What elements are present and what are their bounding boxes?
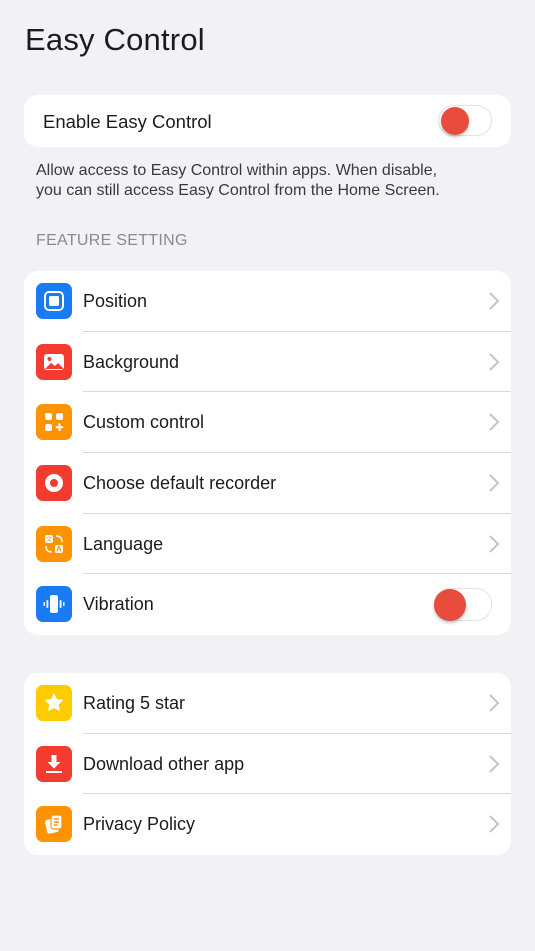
svg-text:文: 文 <box>46 535 52 543</box>
chevron-right-icon <box>489 292 500 310</box>
settings-row-label: Language <box>83 533 164 554</box>
settings-row-label: Choose default recorder <box>83 472 277 493</box>
description-line-1: Allow access to Easy Control within apps… <box>36 162 438 179</box>
chevron-right-icon <box>489 413 500 432</box>
enable-easy-control-toggle[interactable] <box>438 105 492 136</box>
settings-row-default-recorder[interactable]: Choose default recorder <box>24 453 511 514</box>
description-line-2: you can still access Easy Control from t… <box>36 182 440 199</box>
page-title: Easy Control <box>25 22 205 57</box>
translate-icon: 文 <box>36 525 72 562</box>
settings-row-vibration[interactable]: Vibration <box>24 574 511 635</box>
settings-row-label: Vibration <box>83 594 154 615</box>
chevron-right-icon <box>489 754 500 773</box>
document-icon <box>36 806 72 843</box>
custom-grid-icon <box>36 404 72 441</box>
settings-row-rating[interactable]: Rating 5 star <box>24 673 511 734</box>
vibration-icon <box>36 586 72 623</box>
toggle-knob <box>441 107 469 135</box>
vibration-toggle[interactable] <box>434 588 492 622</box>
more-card: Rating 5 star Download other app Privacy… <box>24 673 511 855</box>
chevron-right-icon <box>489 352 500 371</box>
settings-row-position[interactable]: Position <box>24 271 511 332</box>
settings-row-custom-control[interactable]: Custom control <box>24 392 511 453</box>
settings-row-label: Privacy Policy <box>83 814 196 835</box>
enable-easy-control-card: Enable Easy Control <box>24 95 511 147</box>
position-icon <box>36 283 72 319</box>
feature-setting-card: Position Background Custom control Choos… <box>24 271 511 635</box>
chevron-right-icon <box>489 815 500 834</box>
chevron-right-icon <box>489 474 500 492</box>
settings-row-label: Rating 5 star <box>83 693 186 713</box>
chevron-right-icon <box>489 694 500 712</box>
settings-row-label: Background <box>83 351 180 372</box>
toggle-knob <box>434 589 466 622</box>
star-icon <box>36 685 72 721</box>
download-icon <box>36 745 72 782</box>
settings-row-label: Custom control <box>83 412 205 433</box>
settings-row-background[interactable]: Background <box>24 332 511 393</box>
record-icon <box>36 464 72 501</box>
settings-row-download-other-app[interactable]: Download other app <box>24 734 511 795</box>
enable-easy-control-label: Enable Easy Control <box>43 111 212 132</box>
feature-setting-header: FEATURE SETTING <box>36 232 188 249</box>
settings-row-label: Position <box>83 291 148 311</box>
enable-description: Allow access to Easy Control within apps… <box>36 161 440 201</box>
chevron-right-icon <box>489 534 500 553</box>
settings-row-privacy-policy[interactable]: Privacy Policy <box>24 794 511 855</box>
settings-row-label: Download other app <box>83 753 245 774</box>
image-icon <box>36 343 72 380</box>
settings-row-language[interactable]: 文 Language <box>24 514 511 575</box>
